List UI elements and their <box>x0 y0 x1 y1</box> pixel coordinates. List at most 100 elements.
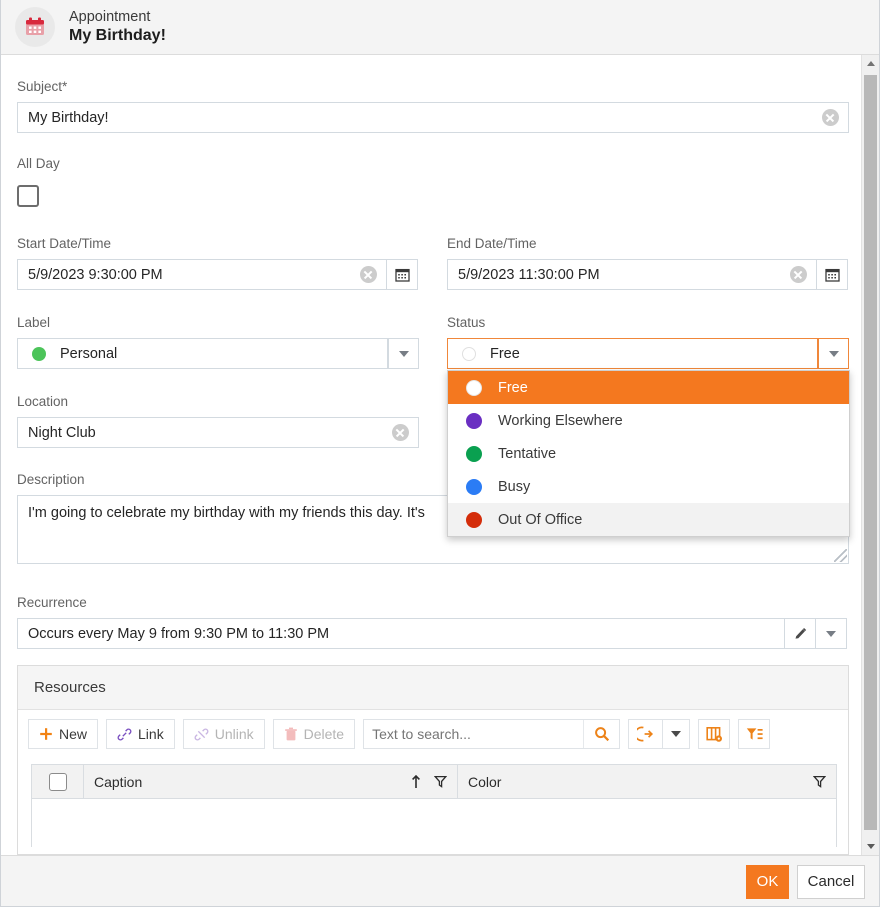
status-option-label: Free <box>498 379 528 396</box>
scroll-down-icon[interactable] <box>862 838 879 855</box>
clear-circle-icon[interactable] <box>360 266 377 283</box>
start-datetime-value: 5/9/2023 9:30:00 PM <box>28 266 163 283</box>
resize-handle[interactable] <box>834 549 847 562</box>
status-value: Free <box>490 345 520 362</box>
search-input[interactable] <box>364 725 584 743</box>
label-value: Personal <box>60 345 118 362</box>
search-box[interactable] <box>363 719 621 749</box>
description-value: I'm going to celebrate my birthday with … <box>28 505 425 521</box>
status-option-label: Busy <box>498 478 531 495</box>
location-label: Location <box>17 394 69 409</box>
description-label: Description <box>17 472 85 487</box>
subject-label: Subject* <box>17 79 68 94</box>
delete-button[interactable]: Delete <box>272 719 356 749</box>
link-button[interactable]: Link <box>106 719 175 749</box>
clear-circle-icon[interactable] <box>790 266 807 283</box>
recurrence-edit-button[interactable] <box>785 618 816 649</box>
new-button-label: New <box>59 726 88 742</box>
clear-circle-icon[interactable] <box>392 424 409 441</box>
grid-body <box>32 799 836 847</box>
recurrence-input[interactable]: Occurs every May 9 from 9:30 PM to 11:30… <box>17 618 785 649</box>
plus-icon <box>40 728 52 740</box>
column-header-caption[interactable]: Caption <box>84 765 458 798</box>
status-option-color-dot <box>466 511 482 528</box>
subject-input[interactable]: My Birthday! <box>17 102 849 133</box>
all-day-label: All Day <box>17 156 60 171</box>
chevron-down-icon <box>828 350 839 357</box>
status-dropdown-list[interactable]: Free Working Elsewhere Tentative Busy Out Of… <box>447 370 850 537</box>
start-datetime-input[interactable]: 5/9/2023 9:30:00 PM <box>17 259 387 290</box>
end-calendar-button[interactable] <box>817 259 848 290</box>
trash-icon <box>284 727 297 740</box>
select-all-checkbox[interactable] <box>32 765 84 798</box>
dialog-footer: OK Cancel <box>1 855 879 906</box>
subject-value: My Birthday! <box>28 109 109 126</box>
status-option-color-dot <box>466 445 482 462</box>
start-calendar-button[interactable] <box>387 259 418 290</box>
unlink-button-label: Unlink <box>214 726 254 742</box>
unlink-button[interactable]: Unlink <box>182 719 265 749</box>
label-color-dot <box>32 346 46 361</box>
column-header-color[interactable]: Color <box>458 765 836 798</box>
cancel-button[interactable]: Cancel <box>797 864 865 899</box>
recurrence-label: Recurrence <box>17 595 87 610</box>
ok-button[interactable]: OK <box>746 864 789 899</box>
scroll-up-icon[interactable] <box>862 55 879 72</box>
dialog-header: Appointment My Birthday! <box>1 0 879 55</box>
status-option-color-dot <box>466 379 482 396</box>
column-chooser-button[interactable] <box>698 719 731 749</box>
status-combobox[interactable]: Free <box>447 338 818 369</box>
header-title: My Birthday! <box>69 26 166 44</box>
start-datetime-label: Start Date/Time <box>17 236 112 251</box>
clear-circle-icon[interactable] <box>822 109 839 126</box>
all-day-checkbox[interactable] <box>17 185 39 207</box>
status-dropdown-button[interactable] <box>818 338 849 369</box>
label-combobox[interactable]: Personal <box>17 338 388 369</box>
scrollbar-thumb[interactable] <box>864 75 877 830</box>
calendar-icon <box>824 268 840 282</box>
grid-header-row: Caption Color <box>32 765 836 799</box>
pencil-icon <box>795 627 807 639</box>
status-option[interactable]: Out Of Office <box>448 503 849 536</box>
status-label: Status <box>447 315 486 330</box>
end-datetime-label: End Date/Time <box>447 236 537 251</box>
column-header-color-label: Color <box>468 773 502 790</box>
recurrence-value: Occurs every May 9 from 9:30 PM to 11:30… <box>28 625 330 642</box>
export-button[interactable] <box>628 719 663 749</box>
export-split-button <box>628 719 691 749</box>
status-option-label: Tentative <box>498 445 557 462</box>
end-datetime-input[interactable]: 5/9/2023 11:30:00 PM <box>447 259 817 290</box>
end-datetime-value: 5/9/2023 11:30:00 PM <box>458 266 600 283</box>
calendar-icon <box>15 7 55 47</box>
location-input[interactable]: Night Club <box>17 417 419 448</box>
status-color-dot <box>462 346 476 361</box>
label-field-label: Label <box>17 315 51 330</box>
filter-editor-button[interactable] <box>738 719 771 749</box>
resources-panel: Resources New Link Unlink Delete Text to… <box>17 665 849 855</box>
resources-title: Resources <box>34 679 106 696</box>
label-dropdown-button[interactable] <box>388 338 419 369</box>
status-option[interactable]: Busy <box>448 470 849 503</box>
header-subtitle: Appointment <box>69 8 151 25</box>
header-texts: Appointment My Birthday! <box>69 9 166 45</box>
status-option[interactable]: Working Elsewhere <box>448 404 849 437</box>
filter-icon[interactable] <box>813 775 826 788</box>
status-option[interactable]: Free <box>448 371 849 404</box>
filter-editor-icon <box>746 727 763 740</box>
location-value: Night Club <box>28 424 96 441</box>
recurrence-dropdown-button[interactable] <box>816 618 847 649</box>
chevron-down-icon <box>671 731 682 737</box>
export-dropdown-button[interactable] <box>662 719 691 749</box>
status-option-label: Out Of Office <box>498 511 583 528</box>
status-option[interactable]: Tentative <box>448 437 849 470</box>
status-option-label: Working Elsewhere <box>498 412 623 429</box>
link-button-label: Link <box>138 726 164 742</box>
status-option-color-dot <box>466 412 482 429</box>
column-chooser-icon <box>705 726 722 742</box>
vertical-scrollbar[interactable] <box>861 55 879 855</box>
link-icon <box>117 728 132 740</box>
filter-icon[interactable] <box>434 775 447 788</box>
new-button[interactable]: New <box>28 719 99 749</box>
search-button[interactable] <box>583 720 619 748</box>
sort-ascending-icon[interactable] <box>410 774 422 789</box>
